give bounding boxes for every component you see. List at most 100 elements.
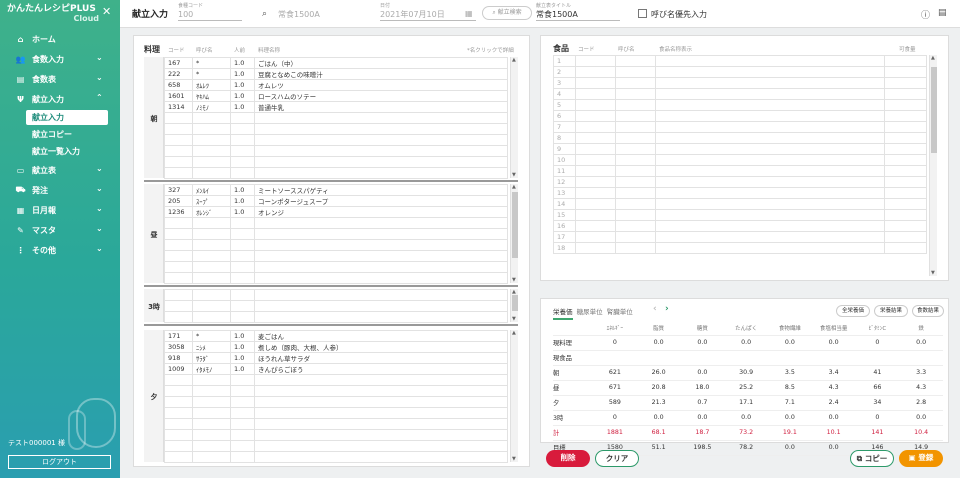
cell-name[interactable] xyxy=(254,239,508,251)
table-row[interactable]: 205 ｽｰﾌﾟ 1.0 コーンポタージュスープ xyxy=(164,195,508,207)
cell-alias[interactable] xyxy=(192,167,231,179)
cell-code[interactable] xyxy=(575,209,616,221)
table-row[interactable] xyxy=(164,418,508,430)
table-row[interactable]: 12 xyxy=(553,176,927,188)
cell-alias[interactable] xyxy=(192,300,231,312)
cell-code[interactable]: 1314 xyxy=(164,101,193,113)
cell-serv[interactable]: 1.0 xyxy=(230,90,255,102)
scroll-thumb[interactable] xyxy=(931,67,937,153)
cell-name[interactable]: ロースハムのソテー xyxy=(254,90,508,102)
cell-code[interactable] xyxy=(575,176,616,188)
cell-alias[interactable] xyxy=(615,110,656,122)
cell-name[interactable] xyxy=(655,66,885,78)
cell-alias[interactable] xyxy=(192,228,231,240)
cell-name[interactable] xyxy=(254,418,508,430)
cell-name[interactable]: 普通牛乳 xyxy=(254,101,508,113)
food-scrollbar[interactable]: ▲ ▼ xyxy=(929,55,937,276)
cell-code[interactable] xyxy=(164,272,193,284)
table-row[interactable] xyxy=(164,407,508,419)
table-row[interactable] xyxy=(164,429,508,441)
cell-edible[interactable] xyxy=(884,143,927,155)
cell-code[interactable] xyxy=(575,154,616,166)
table-row[interactable] xyxy=(164,167,508,179)
cell-serv[interactable]: 1.0 xyxy=(230,101,255,113)
meal-type-field[interactable]: 常食1500A xyxy=(278,9,364,21)
cell-alias[interactable] xyxy=(615,165,656,177)
sidebar-item-4[interactable]: ⋮ その他 ⌄ xyxy=(0,240,120,260)
table-row[interactable] xyxy=(164,239,508,251)
cell-name[interactable] xyxy=(655,176,885,188)
cell-alias[interactable] xyxy=(615,121,656,133)
table-row[interactable]: 918 ｻﾗﾀﾞ 1.0 ほうれん草サラダ xyxy=(164,352,508,364)
cell-alias[interactable] xyxy=(615,220,656,232)
cell-serv[interactable]: 1.0 xyxy=(230,68,255,80)
cell-code[interactable] xyxy=(164,407,193,419)
cell-serv[interactable] xyxy=(230,407,255,419)
table-row[interactable]: 17 xyxy=(553,231,927,243)
cell-name[interactable] xyxy=(655,165,885,177)
cell-alias[interactable] xyxy=(615,99,656,111)
chevron-left-icon[interactable]: ‹ xyxy=(653,304,657,314)
menu-search-button[interactable]: ⌕ 献立検索 xyxy=(482,6,532,20)
cell-code[interactable] xyxy=(575,55,616,67)
cell-code[interactable] xyxy=(164,374,193,386)
sidebar-item-1[interactable]: 👥 食数入力 ⌄ xyxy=(0,49,120,69)
cell-alias[interactable]: ｵﾑﾚﾂ xyxy=(192,79,231,91)
cell-serv[interactable] xyxy=(230,250,255,262)
cell-code[interactable] xyxy=(575,88,616,100)
cell-alias[interactable]: ﾉﾐﾓﾉ xyxy=(192,101,231,113)
sidebar-item-3[interactable]: ✎ マスタ ⌄ xyxy=(0,220,120,240)
search-icon[interactable]: ⌕ xyxy=(262,9,267,19)
cell-alias[interactable] xyxy=(615,187,656,199)
cell-alias[interactable] xyxy=(192,134,231,146)
cell-code[interactable]: 1009 xyxy=(164,363,193,375)
cell-alias[interactable] xyxy=(192,396,231,408)
cell-name[interactable] xyxy=(655,77,885,89)
cell-serv[interactable]: 1.0 xyxy=(230,206,255,218)
cell-serv[interactable] xyxy=(230,272,255,284)
cell-name[interactable] xyxy=(254,217,508,229)
cell-edible[interactable] xyxy=(884,88,927,100)
register-button[interactable]: ▣ 登録 xyxy=(899,450,943,467)
table-row[interactable]: 658 ｵﾑﾚﾂ 1.0 オムレツ xyxy=(164,79,508,91)
cell-code[interactable]: 3058 xyxy=(164,341,193,353)
cell-serv[interactable] xyxy=(230,385,255,397)
cell-name[interactable]: きんぴらごぼう xyxy=(254,363,508,375)
cell-alias[interactable] xyxy=(192,374,231,386)
cell-code[interactable] xyxy=(164,261,193,273)
cell-edible[interactable] xyxy=(884,242,927,254)
cell-name[interactable] xyxy=(254,407,508,419)
table-row[interactable]: 222 * 1.0 豆腐となめこの味噌汁 xyxy=(164,68,508,80)
sidebar-item-2[interactable]: ▤ 食数表 ⌄ xyxy=(0,69,120,89)
cell-code[interactable] xyxy=(575,77,616,89)
table-row[interactable]: 13 xyxy=(553,187,927,199)
cell-edible[interactable] xyxy=(884,110,927,122)
cell-name[interactable] xyxy=(655,88,885,100)
cell-serv[interactable] xyxy=(230,429,255,441)
cell-name[interactable]: 豆腐となめこの味噌汁 xyxy=(254,68,508,80)
table-row[interactable]: 6 xyxy=(553,110,927,122)
close-icon[interactable]: ✕ xyxy=(102,6,111,17)
cell-name[interactable] xyxy=(254,429,508,441)
cell-serv[interactable]: 1.0 xyxy=(230,330,255,342)
cell-edible[interactable] xyxy=(884,121,927,133)
cell-edible[interactable] xyxy=(884,99,927,111)
table-row[interactable] xyxy=(164,217,508,229)
table-row[interactable] xyxy=(164,228,508,240)
cell-alias[interactable] xyxy=(192,418,231,430)
cell-code[interactable] xyxy=(164,167,193,179)
cell-code[interactable] xyxy=(575,187,616,199)
cell-edible[interactable] xyxy=(884,66,927,78)
help-icon[interactable]: ⓘ xyxy=(921,8,930,21)
cell-code[interactable] xyxy=(575,110,616,122)
cell-serv[interactable] xyxy=(230,289,255,301)
cell-code[interactable] xyxy=(164,239,193,251)
meal-scrollbar[interactable]: ▲ ▼ xyxy=(510,184,518,283)
cell-alias[interactable] xyxy=(192,311,231,323)
cell-code[interactable] xyxy=(575,66,616,78)
table-row[interactable] xyxy=(164,385,508,397)
logout-button[interactable]: ログアウト xyxy=(8,455,111,469)
cell-code[interactable] xyxy=(164,228,193,240)
table-row[interactable]: 18 xyxy=(553,242,927,254)
cell-alias[interactable]: ﾆｼﾒ xyxy=(192,341,231,353)
